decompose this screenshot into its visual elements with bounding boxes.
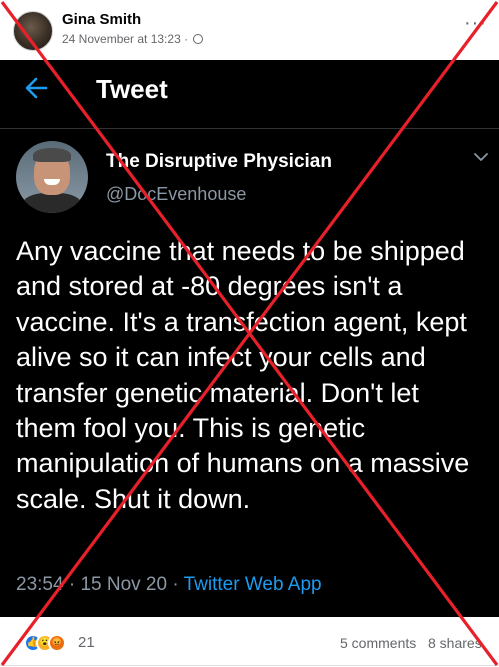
meta-dot: · — [167, 574, 184, 595]
divider — [0, 665, 499, 666]
tweet-author-avatar[interactable] — [16, 141, 88, 213]
tweet-body: Any vaccine that needs to be shipped and… — [16, 236, 470, 514]
divider — [0, 128, 499, 129]
globe-icon — [193, 34, 204, 44]
tweet-screen-title: Tweet — [96, 74, 168, 104]
angry-icon: 😡 — [48, 634, 66, 652]
shares-count[interactable]: 8 shares — [428, 635, 482, 651]
tweet-source-app[interactable]: Twitter Web App — [184, 574, 322, 595]
post-header: Gina Smith 24 November at 13:23 · ··· — [0, 0, 499, 60]
post-timestamp[interactable]: 24 November at 13:23 — [62, 32, 181, 46]
tweet-time[interactable]: 23:54 — [16, 574, 64, 595]
poster-avatar[interactable] — [13, 11, 53, 51]
meta-separator: · — [180, 32, 192, 46]
reactions-summary[interactable]: 👍 😮 😡 — [24, 634, 84, 652]
tweet-handle[interactable]: @DocEvenhouse — [106, 184, 246, 205]
tweet-screenshot[interactable]: Tweet The Disruptive Physician @DocEvenh… — [0, 60, 499, 617]
tweet-display-name[interactable]: The Disruptive Physician — [106, 151, 332, 173]
tweet-meta: 23:54 · 15 Nov 20 · Twitter Web App — [16, 574, 322, 596]
back-arrow-icon[interactable] — [22, 74, 50, 102]
chevron-down-icon[interactable] — [473, 152, 489, 162]
post-meta: 24 November at 13:23 · — [62, 32, 204, 46]
reaction-count[interactable]: 21 — [78, 634, 95, 651]
tweet-date[interactable]: 15 Nov 20 — [80, 574, 167, 595]
meta-dot: · — [63, 574, 81, 595]
tweet-top-bar: Tweet — [0, 60, 499, 116]
avatar-shirt — [22, 193, 82, 213]
poster-name[interactable]: Gina Smith — [62, 11, 141, 28]
comments-count[interactable]: 5 comments — [340, 635, 416, 651]
more-options-icon[interactable]: ··· — [464, 13, 487, 33]
avatar-hair — [33, 148, 71, 162]
post-footer: 👍 😮 😡 21 5 comments 8 shares — [0, 617, 499, 667]
